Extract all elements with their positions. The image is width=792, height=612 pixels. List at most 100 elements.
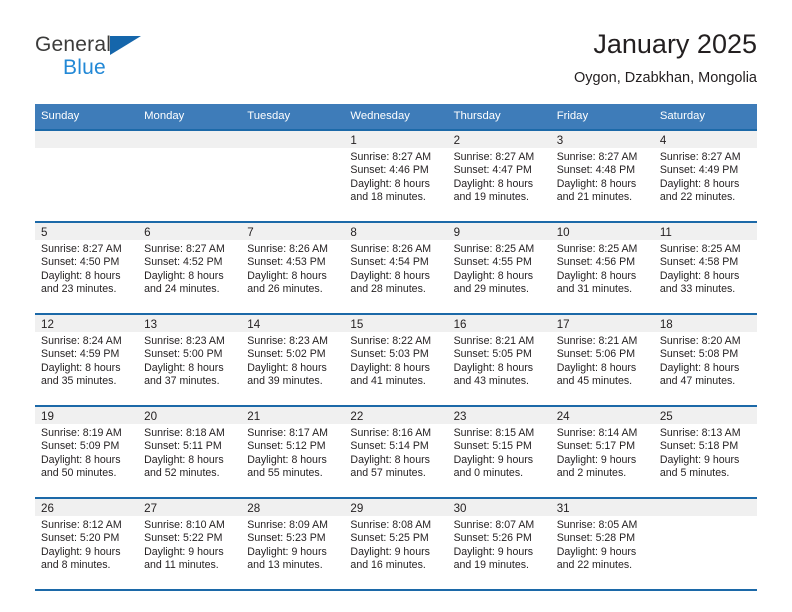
day-cell[interactable]: 28 Sunrise: 8:09 AM Sunset: 5:23 PM Dayligh… [241, 497, 345, 591]
day-cell[interactable]: 30 Sunrise: 8:07 AM Sunset: 5:26 PM Dayligh… [447, 497, 551, 591]
day-cell[interactable]: 29 Sunrise: 8:08 AM Sunset: 5:25 PM Dayligh… [344, 497, 448, 591]
daylight-text: and 29 minutes. [453, 283, 529, 296]
daylight-text: and 5 minutes. [659, 467, 730, 480]
day-number: 30 [447, 499, 551, 516]
day-number: 20 [138, 407, 242, 424]
day-details: Sunrise: 8:27 AM Sunset: 4:48 PM Daylight:… [551, 148, 654, 205]
daylight-text: Daylight: 8 hours [659, 269, 740, 282]
weekday-header-sunday: Sunday [35, 104, 139, 130]
day-cell[interactable]: 1 Sunrise: 8:27 AM Sunset: 4:46 PM Daylight… [344, 129, 448, 222]
calendar-body: 1 Sunrise: 8:27 AM Sunset: 4:46 PM Daylight… [35, 129, 757, 591]
day-details: Sunrise: 8:25 AM Sunset: 4:55 PM Daylight:… [448, 240, 551, 297]
sunset-text: Sunset: 5:03 PM [350, 348, 429, 361]
daylight-text: and 35 minutes. [41, 375, 117, 388]
day-cell-inner: 7 Sunrise: 8:26 AM Sunset: 4:53 PM Daylight… [241, 223, 345, 313]
day-cell[interactable]: 2 Sunrise: 8:27 AM Sunset: 4:47 PM Daylight… [447, 129, 551, 222]
day-number: 16 [447, 315, 551, 332]
day-cell[interactable]: 4 Sunrise: 8:27 AM Sunset: 4:49 PM Daylight… [653, 129, 757, 222]
day-cell-inner: 13 Sunrise: 8:23 AM Sunset: 5:00 PM Dayligh… [138, 315, 242, 405]
day-number: 17 [550, 315, 654, 332]
brand-name-blue: Blue [63, 56, 106, 79]
day-cell[interactable]: 9 Sunrise: 8:25 AM Sunset: 4:55 PM Daylight… [447, 221, 551, 314]
day-cell-inner: 20 Sunrise: 8:18 AM Sunset: 5:11 PM Dayligh… [138, 407, 242, 497]
day-cell[interactable]: 24 Sunrise: 8:14 AM Sunset: 5:17 PM Dayligh… [550, 405, 654, 498]
day-cell[interactable]: 15 Sunrise: 8:22 AM Sunset: 5:03 PM Dayligh… [344, 313, 448, 406]
daylight-text: and 45 minutes. [556, 375, 633, 388]
day-cell[interactable]: 25 Sunrise: 8:13 AM Sunset: 5:18 PM Dayligh… [653, 405, 757, 498]
day-cell-inner [241, 131, 345, 221]
daylight-text: and 47 minutes. [659, 375, 736, 388]
day-cell-inner: 21 Sunrise: 8:17 AM Sunset: 5:12 PM Dayligh… [241, 407, 345, 497]
sunset-text: Sunset: 5:05 PM [453, 348, 532, 361]
day-cell[interactable]: 21 Sunrise: 8:17 AM Sunset: 5:12 PM Dayligh… [241, 405, 345, 498]
sunrise-text: Sunrise: 8:27 AM [144, 243, 225, 255]
day-cell[interactable]: 10 Sunrise: 8:25 AM Sunset: 4:56 PM Dayligh… [550, 221, 654, 314]
daylight-text: Daylight: 9 hours [659, 453, 740, 466]
day-cell[interactable]: 23 Sunrise: 8:15 AM Sunset: 5:15 PM Dayligh… [447, 405, 551, 498]
day-number [138, 131, 242, 148]
day-cell[interactable]: 12 Sunrise: 8:24 AM Sunset: 4:59 PM Dayligh… [35, 313, 139, 406]
day-details: Sunrise: 8:23 AM Sunset: 5:00 PM Daylight:… [138, 332, 241, 389]
day-details: Sunrise: 8:27 AM Sunset: 4:46 PM Daylight:… [344, 148, 447, 205]
day-cell[interactable]: 16 Sunrise: 8:21 AM Sunset: 5:05 PM Dayligh… [447, 313, 551, 406]
sunset-text: Sunset: 4:58 PM [659, 256, 739, 269]
day-cell[interactable]: 18 Sunrise: 8:20 AM Sunset: 5:08 PM Dayligh… [653, 313, 757, 406]
day-number [653, 499, 757, 516]
day-cell[interactable]: 27 Sunrise: 8:10 AM Sunset: 5:22 PM Dayligh… [138, 497, 242, 591]
daylight-text: Daylight: 8 hours [144, 361, 224, 374]
day-cell[interactable]: 17 Sunrise: 8:21 AM Sunset: 5:06 PM Dayligh… [550, 313, 654, 406]
day-cell[interactable]: 26 Sunrise: 8:12 AM Sunset: 5:20 PM Dayligh… [35, 497, 139, 591]
day-cell[interactable]: 7 Sunrise: 8:26 AM Sunset: 4:53 PM Daylight… [241, 221, 345, 314]
weekday-header-wednesday: Wednesday [344, 104, 448, 130]
day-number: 3 [550, 131, 654, 148]
calendar-week-row: 12 Sunrise: 8:24 AM Sunset: 4:59 PM Dayligh… [35, 313, 757, 406]
day-cell[interactable]: 11 Sunrise: 8:25 AM Sunset: 4:58 PM Dayligh… [653, 221, 757, 314]
day-cell-inner: 26 Sunrise: 8:12 AM Sunset: 5:20 PM Dayligh… [35, 499, 139, 589]
daylight-text: and 43 minutes. [453, 375, 529, 388]
day-cell[interactable]: 3 Sunrise: 8:27 AM Sunset: 4:48 PM Daylight… [550, 129, 654, 222]
day-cell[interactable]: 14 Sunrise: 8:23 AM Sunset: 5:02 PM Dayligh… [241, 313, 345, 406]
day-cell-inner: 15 Sunrise: 8:22 AM Sunset: 5:03 PM Dayligh… [344, 315, 448, 405]
day-cell-inner: 17 Sunrise: 8:21 AM Sunset: 5:06 PM Dayligh… [550, 315, 654, 405]
day-details: Sunrise: 8:08 AM Sunset: 5:25 PM Daylight:… [344, 516, 447, 573]
sunset-text: Sunset: 5:22 PM [144, 532, 223, 545]
day-cell-inner: 18 Sunrise: 8:20 AM Sunset: 5:08 PM Dayligh… [653, 315, 757, 405]
sunrise-text: Sunrise: 8:08 AM [350, 519, 432, 531]
daylight-text: Daylight: 8 hours [144, 453, 224, 466]
day-cell[interactable]: 13 Sunrise: 8:23 AM Sunset: 5:00 PM Dayligh… [138, 313, 242, 406]
sunrise-text: Sunrise: 8:27 AM [453, 151, 535, 163]
daylight-text: Daylight: 8 hours [247, 453, 327, 466]
day-cell-inner [35, 131, 139, 221]
sunrise-text: Sunrise: 8:05 AM [556, 519, 638, 531]
day-cell[interactable]: 19 Sunrise: 8:19 AM Sunset: 5:09 PM Dayligh… [35, 405, 139, 498]
day-cell-inner: 14 Sunrise: 8:23 AM Sunset: 5:02 PM Dayligh… [241, 315, 345, 405]
day-cell[interactable]: 8 Sunrise: 8:26 AM Sunset: 4:54 PM Daylight… [344, 221, 448, 314]
brand-logo[interactable]: General Blue [35, 34, 235, 90]
sunset-text: Sunset: 4:55 PM [453, 256, 532, 269]
day-cell[interactable]: 22 Sunrise: 8:16 AM Sunset: 5:14 PM Dayligh… [344, 405, 448, 498]
sunset-text: Sunset: 4:46 PM [350, 164, 429, 177]
day-number: 6 [138, 223, 242, 240]
day-cell-inner: 6 Sunrise: 8:27 AM Sunset: 4:52 PM Daylight… [138, 223, 242, 313]
daylight-text: Daylight: 8 hours [556, 361, 637, 374]
day-details: Sunrise: 8:23 AM Sunset: 5:02 PM Daylight:… [241, 332, 344, 389]
day-cell-inner: 2 Sunrise: 8:27 AM Sunset: 4:47 PM Daylight… [447, 131, 551, 221]
day-cell-inner: 30 Sunrise: 8:07 AM Sunset: 5:26 PM Dayligh… [447, 499, 551, 589]
calendar-page: General Blue January 2025 Oygon, Dzabkha… [0, 0, 792, 612]
daylight-text: and 23 minutes. [41, 283, 117, 296]
day-cell-inner: 11 Sunrise: 8:25 AM Sunset: 4:58 PM Dayligh… [653, 223, 757, 313]
daylight-text: and 57 minutes. [350, 467, 426, 480]
daylight-text: Daylight: 8 hours [556, 177, 637, 190]
day-details [138, 148, 241, 151]
daylight-text: and 18 minutes. [350, 191, 426, 204]
sunset-text: Sunset: 5:06 PM [556, 348, 636, 361]
weekday-header-thursday: Thursday [447, 104, 551, 130]
sunrise-text: Sunrise: 8:07 AM [453, 519, 535, 531]
day-cell[interactable]: 5 Sunrise: 8:27 AM Sunset: 4:50 PM Daylight… [35, 221, 139, 314]
day-cell-empty [138, 129, 242, 222]
day-cell[interactable]: 6 Sunrise: 8:27 AM Sunset: 4:52 PM Daylight… [138, 221, 242, 314]
day-cell-inner: 1 Sunrise: 8:27 AM Sunset: 4:46 PM Daylight… [344, 131, 448, 221]
day-cell[interactable]: 31 Sunrise: 8:05 AM Sunset: 5:28 PM Dayligh… [550, 497, 654, 591]
day-cell[interactable]: 20 Sunrise: 8:18 AM Sunset: 5:11 PM Dayligh… [138, 405, 242, 498]
sunrise-text: Sunrise: 8:23 AM [144, 335, 225, 347]
